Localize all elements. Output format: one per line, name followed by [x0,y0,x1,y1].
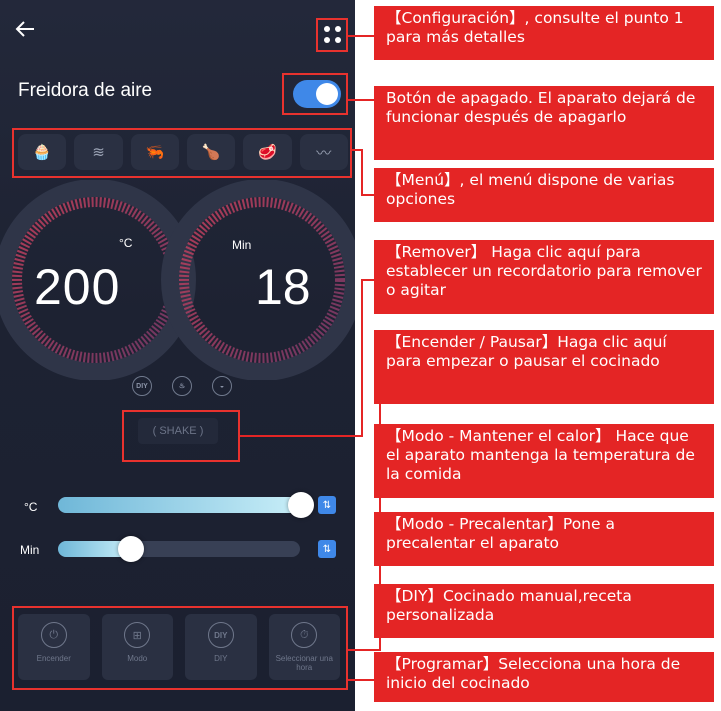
temp-slider-fill [58,497,301,513]
temp-slider-label: °C [24,500,38,514]
temp-slider-knob[interactable] [288,492,314,518]
time-slider-knob[interactable] [118,536,144,562]
time-slider[interactable] [58,536,300,562]
annotation-5: 【Encender / Pausar】Haga clic aquí para e… [374,330,714,404]
annotation-7: 【Modo - Precalentar】Pone a precalentar e… [374,512,714,566]
diy-icon[interactable]: DIY [132,376,152,396]
time-unit: Min [232,238,252,252]
highlight-bottom-bar [12,606,348,690]
annotation-6: 【Modo - Mantener el calor】 Hace que el a… [374,424,714,498]
flame-icon[interactable]: ♨ [172,376,192,396]
annotation-9: 【Programar】Selecciona una hora de inicio… [374,652,714,702]
app-title: Freidora de aire [18,80,153,101]
annotation-8: 【DIY】Cocinado manual,receta personalizad… [374,584,714,638]
temperature-unit: °C [119,236,133,250]
highlight-settings [316,18,348,52]
annotation-2: Botón de apagado. El aparato dejará de f… [374,86,714,160]
annotation-1: 【Configuración】, consulte el punto 1 par… [374,6,714,60]
time-adjust-icon[interactable]: ⇅ [318,540,336,558]
temperature-value[interactable]: 200 [34,258,120,316]
connector-line [352,149,374,196]
back-arrow-icon[interactable] [14,18,36,40]
highlight-power [282,73,348,115]
keep-warm-icon[interactable]: ◒ [212,376,232,396]
annotation-4: 【Remover】 Haga clic aquí para establecer… [374,240,714,314]
time-slider-label: Min [20,543,40,557]
highlight-menu [12,128,352,178]
temp-adjust-icon[interactable]: ⇅ [318,496,336,514]
temp-slider[interactable] [58,492,314,518]
highlight-shake [122,410,240,462]
phone-screen: Freidora de aire 🧁 ≋ 🦐 🍗 🥩 〰 °C 200 Min 18 DI… [0,0,355,711]
time-value[interactable]: 18 [255,258,311,316]
annotation-3: 【Menú】, el menú dispone de varias opcion… [374,168,714,222]
mode-icons: DIY ♨ ◒ [132,376,232,396]
